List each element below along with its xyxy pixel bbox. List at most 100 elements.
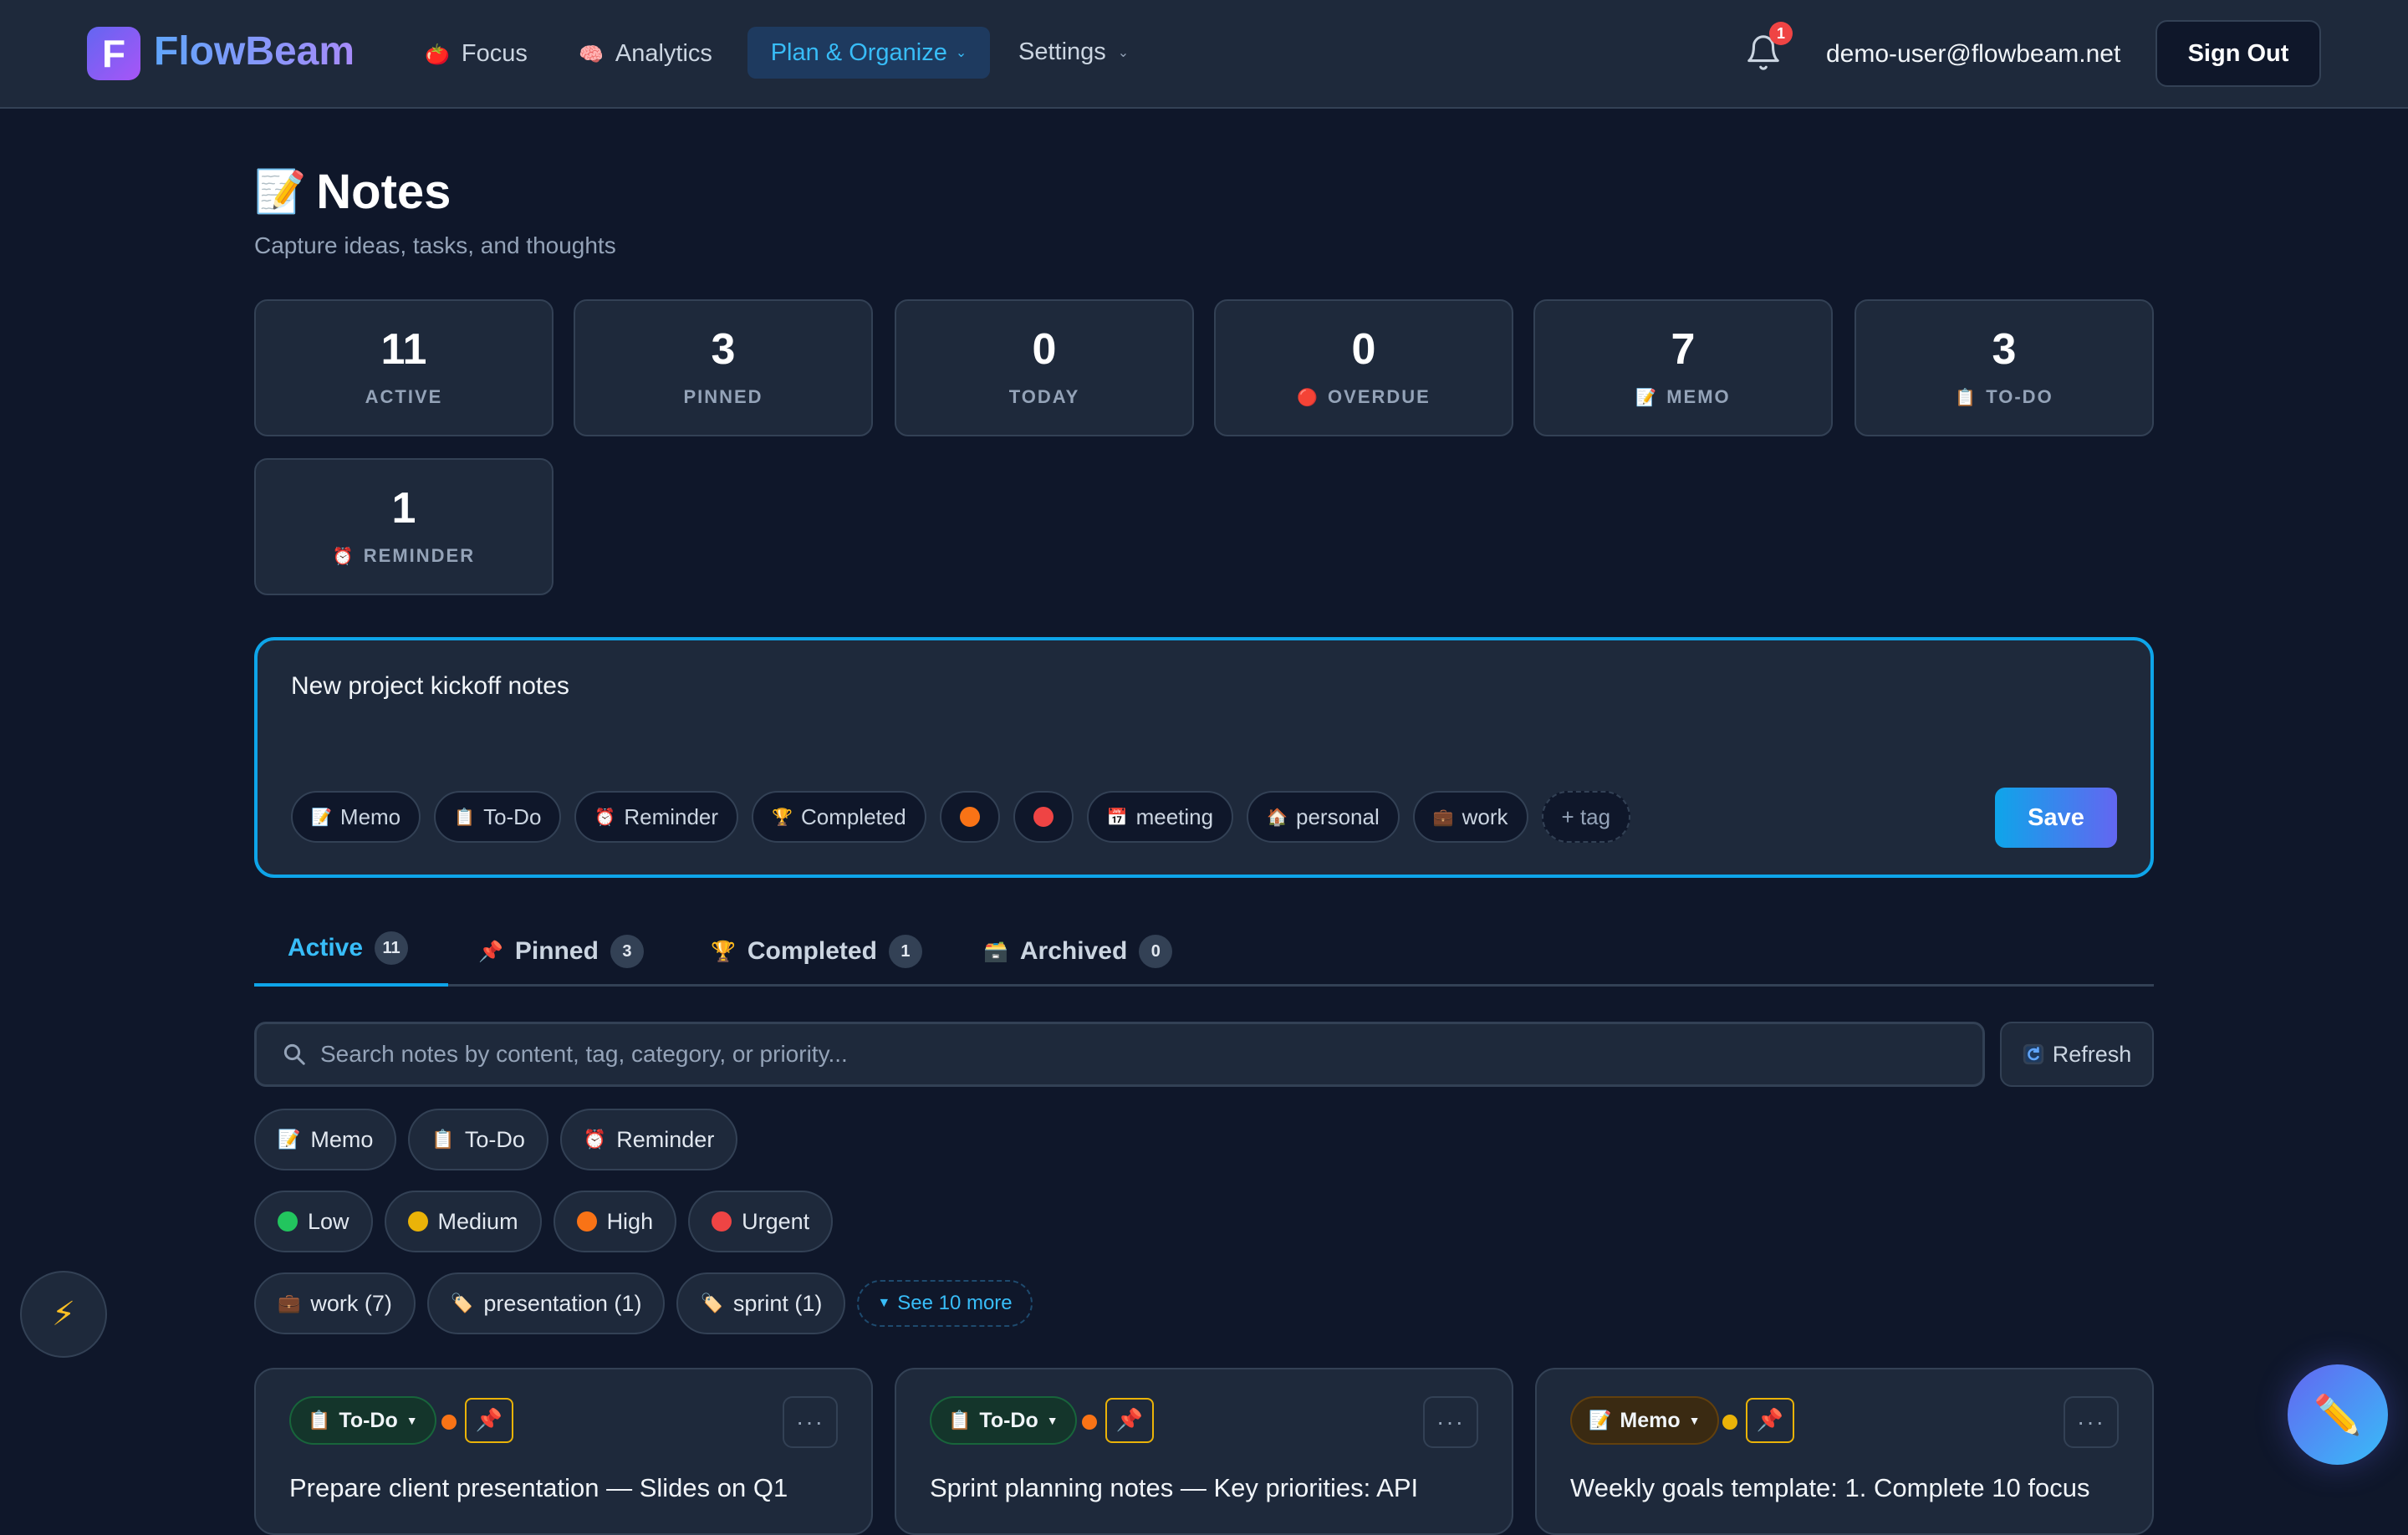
ellipsis-icon: ··· <box>1436 1409 1465 1435</box>
clipboard-icon: 📋 <box>431 1129 455 1150</box>
calendar-icon: 📅 <box>1106 807 1128 827</box>
more-options-button[interactable]: ··· <box>2064 1396 2119 1448</box>
composer-chip-meeting[interactable]: 📅 meeting <box>1086 791 1234 843</box>
chevron-down-icon: ⌄ <box>955 46 967 60</box>
filter-priority-high[interactable]: High <box>553 1191 677 1252</box>
stat-value: 3 <box>711 325 736 374</box>
stat-card-today[interactable]: 0 TODAY <box>895 299 1194 436</box>
ellipsis-icon: ··· <box>796 1409 824 1435</box>
tab-count-badge: 0 <box>1139 935 1173 968</box>
note-card[interactable]: 📝 Memo ▼ 📌 ··· Weekly goals template: 1.… <box>1535 1368 2154 1535</box>
caret-down-icon: ▼ <box>1046 1414 1059 1427</box>
note-type-dropdown[interactable]: 📝 Memo ▼ <box>1570 1396 1719 1445</box>
composer-chip-priority-high[interactable] <box>939 791 1000 843</box>
composer-chip-priority-urgent[interactable] <box>1013 791 1074 843</box>
priority-filter-row: Low Medium High Urgent <box>254 1191 834 1252</box>
stat-card-memo[interactable]: 7 📝 MEMO <box>1533 299 1833 436</box>
composer-chip-completed[interactable]: 🏆 Completed <box>752 791 926 843</box>
filter-tag-work[interactable]: 💼 work (7) <box>254 1272 416 1334</box>
memo-icon: 📝 <box>254 167 307 216</box>
note-type-dropdown[interactable]: 📋 To-Do ▼ <box>289 1396 436 1445</box>
tab-count-badge: 1 <box>888 935 922 968</box>
nav-plan-organize-dropdown[interactable]: Plan & Organize ⌄ <box>747 27 990 79</box>
stat-value: 7 <box>1671 325 1696 374</box>
red-circle-icon <box>712 1211 732 1232</box>
alarm-clock-icon: ⏰ <box>332 546 355 566</box>
refresh-label: Refresh <box>2052 1041 2132 1067</box>
nav-analytics[interactable]: 🧠 Analytics <box>579 40 712 68</box>
composer-chip-personal[interactable]: 🏠 personal <box>1247 791 1400 843</box>
brand-name[interactable]: FlowBeam <box>154 28 355 74</box>
chip-label: personal <box>1296 803 1380 829</box>
card-file-box-icon: 🗃️ <box>983 940 1008 963</box>
composer-chip-work[interactable]: 💼 work <box>1412 791 1528 843</box>
note-type-label: To-Do <box>979 1408 1038 1432</box>
filter-tag-sprint[interactable]: 🏷️ sprint (1) <box>676 1272 846 1334</box>
filter-type-reminder[interactable]: ⏰ Reminder <box>559 1109 738 1170</box>
add-tag-button[interactable]: + tag <box>1541 791 1631 843</box>
briefcase-icon: 💼 <box>1432 807 1454 827</box>
stat-card-pinned[interactable]: 3 PINNED <box>574 299 873 436</box>
composer-chip-todo[interactable]: 📋 To-Do <box>434 791 562 843</box>
red-circle-icon <box>1033 807 1054 827</box>
stat-card-active[interactable]: 11 ACTIVE <box>254 299 554 436</box>
note-card[interactable]: 📋 To-Do ▼ 📌 ··· Sprint planning notes — … <box>895 1368 1513 1535</box>
nav-focus[interactable]: 🍅 Focus <box>425 40 528 68</box>
composer-chip-reminder[interactable]: ⏰ Reminder <box>574 791 739 843</box>
composer-chip-memo[interactable]: 📝 Memo <box>291 791 421 843</box>
filter-priority-low[interactable]: Low <box>254 1191 373 1252</box>
nav-settings-dropdown[interactable]: Settings ⌄ <box>1018 38 1129 66</box>
stat-card-todo[interactable]: 3 📋 TO-DO <box>1854 299 2154 436</box>
tab-pinned[interactable]: 📌 Pinned 3 <box>478 935 644 968</box>
stat-card-overdue[interactable]: 0 🔴 OVERDUE <box>1214 299 1513 436</box>
stat-label: 🔴 OVERDUE <box>1297 386 1431 407</box>
page-title-text: Notes <box>316 165 452 219</box>
filter-type-todo[interactable]: 📋 To-Do <box>408 1109 548 1170</box>
note-composer[interactable]: New project kickoff notes 📝 Memo 📋 To-Do… <box>254 637 2154 878</box>
tab-active[interactable]: Active 11 <box>288 931 409 965</box>
more-options-button[interactable]: ··· <box>783 1396 838 1448</box>
page-subtitle: Capture ideas, tasks, and thoughts <box>254 232 616 258</box>
nav-focus-label: Focus <box>461 40 528 67</box>
tab-count-badge: 3 <box>610 935 644 968</box>
composer-chip-row: 📝 Memo 📋 To-Do ⏰ Reminder 🏆 Completed 📅 … <box>291 791 1631 843</box>
refresh-button[interactable]: Refresh <box>2000 1022 2154 1087</box>
tab-archived[interactable]: 🗃️ Archived 0 <box>983 935 1173 968</box>
see-more-tags-button[interactable]: ▼ See 10 more <box>857 1280 1033 1327</box>
stat-label: 📋 TO-DO <box>1955 386 2053 407</box>
tab-label: Completed <box>747 937 877 965</box>
quick-actions-button[interactable]: ⚡ <box>20 1271 107 1358</box>
stat-card-reminder[interactable]: 1 ⏰ REMINDER <box>254 458 554 595</box>
filter-label: High <box>606 1208 654 1234</box>
chip-label: Completed <box>800 803 906 829</box>
brand-logo-icon[interactable]: F <box>87 27 140 80</box>
memo-icon: 📝 <box>278 1129 301 1150</box>
filter-priority-urgent[interactable]: Urgent <box>688 1191 834 1252</box>
note-text-input[interactable]: New project kickoff notes <box>291 672 569 701</box>
orange-circle-icon <box>959 807 980 827</box>
tab-completed[interactable]: 🏆 Completed 1 <box>711 935 922 968</box>
pin-toggle-button[interactable]: 📌 <box>1105 1398 1154 1443</box>
sign-out-button[interactable]: Sign Out <box>2155 20 2321 87</box>
top-navigation-bar: F FlowBeam 🍅 Focus 🧠 Analytics Plan & Or… <box>0 0 2408 109</box>
alarm-clock-icon: ⏰ <box>594 807 616 827</box>
search-input[interactable] <box>320 1041 1909 1068</box>
note-card[interactable]: 📋 To-Do ▼ 📌 ··· Prepare client presentat… <box>254 1368 873 1535</box>
briefcase-icon: 💼 <box>278 1293 301 1314</box>
filter-type-memo[interactable]: 📝 Memo <box>254 1109 397 1170</box>
pin-toggle-button[interactable]: 📌 <box>465 1398 513 1443</box>
stat-label: ⏰ REMINDER <box>332 545 476 566</box>
chip-label: Memo <box>339 803 401 829</box>
note-type-dropdown[interactable]: 📋 To-Do ▼ <box>930 1396 1077 1445</box>
filter-tag-presentation[interactable]: 🏷️ presentation (1) <box>426 1272 666 1334</box>
filter-priority-medium[interactable]: Medium <box>384 1191 542 1252</box>
new-note-fab[interactable]: ✏️ <box>2288 1364 2388 1465</box>
more-options-button[interactable]: ··· <box>1423 1396 1478 1448</box>
clipboard-icon: 📋 <box>948 1410 972 1431</box>
search-bar[interactable] <box>254 1022 1985 1087</box>
save-button[interactable]: Save <box>1995 788 2117 848</box>
tab-label: Active <box>288 934 364 961</box>
green-circle-icon <box>278 1211 298 1232</box>
pin-toggle-button[interactable]: 📌 <box>1746 1398 1794 1443</box>
filter-label: Memo <box>310 1126 374 1152</box>
